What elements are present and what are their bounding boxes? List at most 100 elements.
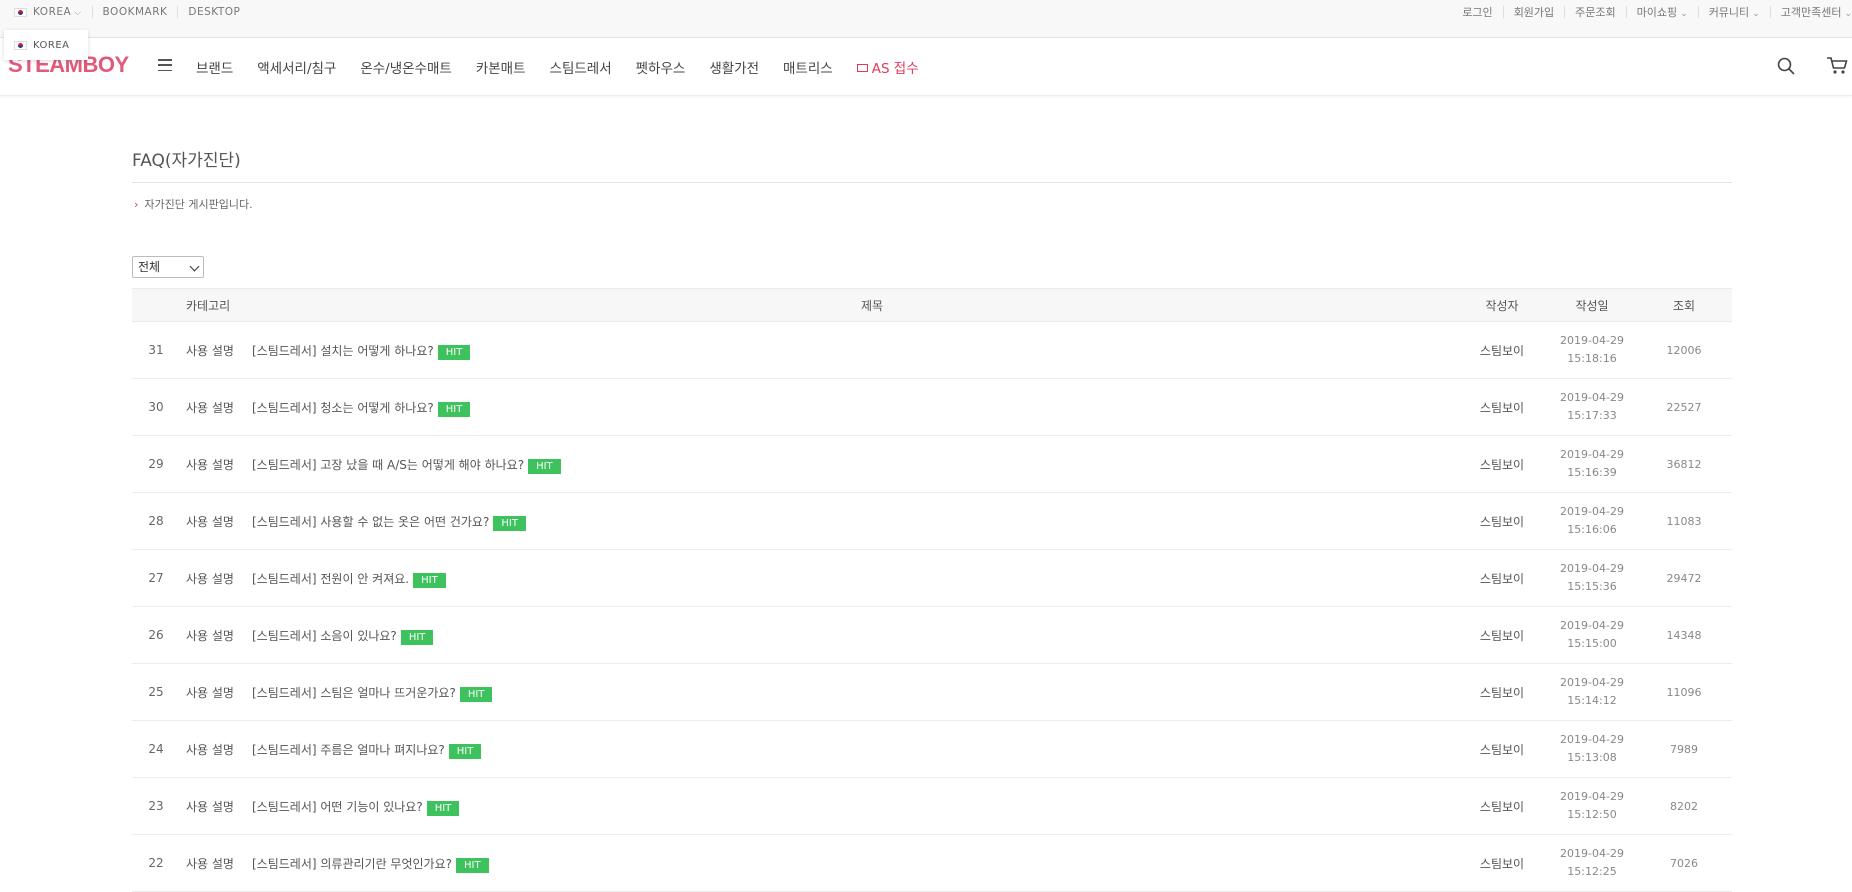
header-date: 작성일 bbox=[1575, 298, 1609, 313]
row-date: 2019-04-29 bbox=[1560, 619, 1624, 632]
menu-item-carbon-mat[interactable]: 카본매트 bbox=[476, 57, 526, 77]
faq-table: 카테고리 제목 작성자 작성일 조회 31 사용 설명 [스팀드레서] 설치는 어떻… bbox=[132, 288, 1732, 892]
table-row: 25 사용 설명 [스팀드레서] 스팀은 얼마나 뜨거운가요? HIT 스팀보이 2019… bbox=[132, 664, 1732, 721]
menu-item-appliances[interactable]: 생활가전 bbox=[709, 57, 759, 77]
divider bbox=[132, 182, 1732, 183]
row-views: 36812 bbox=[1666, 457, 1702, 471]
chevron-down-icon: ⌄ bbox=[1680, 9, 1688, 19]
row-time: 15:14:12 bbox=[1567, 694, 1617, 707]
country-label: KOREA bbox=[33, 6, 72, 18]
row-views: 11096 bbox=[1666, 685, 1702, 699]
chevron-right-icon: › bbox=[134, 198, 139, 211]
row-writer: 스팀보이 bbox=[1479, 856, 1525, 871]
table-row: 22 사용 설명 [스팀드레서] 의류관리기란 무엇인가요? HIT 스팀보이 2019-… bbox=[132, 835, 1732, 892]
menu-item-as-request[interactable]: AS 접수 bbox=[856, 57, 919, 77]
row-date-cell: 2019-04-29 15:12:25 bbox=[1552, 835, 1632, 891]
row-writer: 스팀보이 bbox=[1479, 571, 1525, 586]
row-title-link[interactable]: [스팀드레서] 주름은 얼마나 펴지나요? bbox=[252, 741, 445, 758]
divider bbox=[91, 6, 93, 18]
row-date-cell: 2019-04-29 15:15:36 bbox=[1552, 550, 1632, 606]
row-time: 15:12:50 bbox=[1567, 808, 1617, 821]
header-writer: 작성자 bbox=[1485, 298, 1519, 313]
row-title-link[interactable]: [스팀드레서] 어떤 기능이 있나요? bbox=[252, 798, 423, 815]
order-lookup-link[interactable]: 주문조회 bbox=[1575, 4, 1615, 20]
search-icon[interactable] bbox=[1776, 56, 1796, 76]
row-date: 2019-04-29 bbox=[1560, 790, 1624, 803]
row-number: 30 bbox=[148, 400, 164, 414]
row-writer: 스팀보이 bbox=[1479, 628, 1525, 643]
divider bbox=[1697, 6, 1699, 18]
row-title-link[interactable]: [스팀드레서] 의류관리기란 무엇인가요? bbox=[252, 855, 452, 872]
menu-item-water-mat[interactable]: 온수/냉온수매트 bbox=[360, 57, 452, 77]
row-title-link[interactable]: [스팀드레서] 청소는 어떻게 하나요? bbox=[252, 399, 434, 416]
community-menu[interactable]: 커뮤니티 ⌄ bbox=[1709, 4, 1760, 20]
row-number: 25 bbox=[148, 685, 164, 699]
row-writer: 스팀보이 bbox=[1479, 457, 1525, 472]
row-title-link[interactable]: [스팀드레서] 사용할 수 없는 옷은 어떤 건가요? bbox=[252, 513, 489, 530]
language-dropdown[interactable]: KOREA bbox=[4, 30, 88, 60]
row-date: 2019-04-29 bbox=[1560, 505, 1624, 518]
menu-item-steam-dresser[interactable]: 스팀드레서 bbox=[550, 57, 612, 77]
table-row: 24 사용 설명 [스팀드레서] 주름은 얼마나 펴지나요? HIT 스팀보이 2019-… bbox=[132, 721, 1732, 778]
chevron-down-icon: ⌄ bbox=[1844, 9, 1852, 19]
row-time: 15:18:16 bbox=[1567, 352, 1617, 365]
row-number: 28 bbox=[148, 514, 164, 528]
signup-link[interactable]: 회원가입 bbox=[1514, 4, 1554, 20]
row-title-link[interactable]: [스팀드레서] 설치는 어떻게 하나요? bbox=[252, 342, 434, 359]
country-selector[interactable]: KOREA ⌵ bbox=[14, 6, 82, 18]
row-title-cell: [스팀드레서] 사용할 수 없는 옷은 어떤 건가요? HIT bbox=[252, 493, 1492, 549]
row-views: 14348 bbox=[1666, 628, 1702, 642]
table-row: 26 사용 설명 [스팀드레서] 소음이 있나요? HIT 스팀보이 2019-04-29… bbox=[132, 607, 1732, 664]
category-filter-select[interactable]: 전체 bbox=[132, 256, 204, 278]
divider bbox=[177, 6, 179, 18]
row-title-link[interactable]: [스팀드레서] 전원이 안 켜져요. bbox=[252, 570, 409, 587]
row-title-cell: [스팀드레서] 청소는 어떻게 하나요? HIT bbox=[252, 379, 1492, 435]
menu-item-brand[interactable]: 브랜드 bbox=[196, 57, 233, 77]
chevron-down-icon: ⌄ bbox=[1752, 9, 1760, 19]
mail-icon bbox=[856, 64, 868, 72]
bookmark-link[interactable]: BOOKMARK bbox=[103, 6, 168, 18]
row-writer: 스팀보이 bbox=[1479, 799, 1525, 814]
hamburger-icon[interactable] bbox=[158, 59, 172, 71]
row-time: 15:16:39 bbox=[1567, 466, 1617, 479]
row-title-cell: [스팀드레서] 고장 났을 때 A/S는 어떻게 해야 하나요? HIT bbox=[252, 436, 1492, 492]
divider bbox=[1564, 6, 1566, 18]
row-writer: 스팀보이 bbox=[1479, 685, 1525, 700]
row-number: 27 bbox=[148, 571, 164, 585]
row-title-cell: [스팀드레서] 소음이 있나요? HIT bbox=[252, 607, 1492, 663]
customer-center-label: 고객만족센터 bbox=[1780, 6, 1842, 19]
desktop-link[interactable]: DESKTOP bbox=[188, 6, 240, 18]
menu-item-mattress[interactable]: 매트리스 bbox=[783, 57, 833, 77]
divider bbox=[1625, 6, 1627, 18]
login-link[interactable]: 로그인 bbox=[1462, 4, 1492, 20]
row-views: 29472 bbox=[1666, 571, 1702, 585]
row-views: 8202 bbox=[1670, 799, 1698, 813]
row-date: 2019-04-29 bbox=[1560, 676, 1624, 689]
row-date-cell: 2019-04-29 15:15:00 bbox=[1552, 607, 1632, 663]
row-views: 7989 bbox=[1670, 742, 1698, 756]
row-date: 2019-04-29 bbox=[1560, 847, 1624, 860]
table-row: 23 사용 설명 [스팀드레서] 어떤 기능이 있나요? HIT 스팀보이 2019-04… bbox=[132, 778, 1732, 835]
row-title-link[interactable]: [스팀드레서] 스팀은 얼마나 뜨거운가요? bbox=[252, 684, 456, 701]
header-views: 조회 bbox=[1672, 298, 1696, 313]
table-row: 27 사용 설명 [스팀드레서] 전원이 안 켜져요. HIT 스팀보이 2019-04-… bbox=[132, 550, 1732, 607]
row-title-cell: [스팀드레서] 스팀은 얼마나 뜨거운가요? HIT bbox=[252, 664, 1492, 720]
chevron-down-icon bbox=[189, 261, 200, 272]
row-views: 12006 bbox=[1666, 343, 1702, 357]
row-views: 22527 bbox=[1666, 400, 1702, 414]
myshopping-menu[interactable]: 마이쇼핑 ⌄ bbox=[1637, 4, 1688, 20]
row-title-cell: [스팀드레서] 전원이 안 켜져요. HIT bbox=[252, 550, 1492, 606]
row-title-link[interactable]: [스팀드레서] 고장 났을 때 A/S는 어떻게 해야 하나요? bbox=[252, 456, 524, 473]
hit-badge: HIT bbox=[459, 686, 493, 702]
hit-badge: HIT bbox=[413, 572, 446, 588]
row-title-cell: [스팀드레서] 설치는 어떻게 하나요? HIT bbox=[252, 322, 1492, 378]
row-writer: 스팀보이 bbox=[1479, 742, 1525, 757]
customer-center-menu[interactable]: 고객만족센터 ⌄ bbox=[1781, 4, 1852, 20]
cart-icon[interactable] bbox=[1826, 56, 1848, 76]
language-option-korea[interactable]: KOREA bbox=[33, 40, 70, 51]
menu-item-pet-house[interactable]: 펫하우스 bbox=[636, 57, 686, 77]
row-number: 29 bbox=[148, 457, 164, 471]
menu-item-accessories[interactable]: 액세서리/침구 bbox=[257, 57, 336, 77]
row-time: 15:12:25 bbox=[1567, 865, 1617, 878]
row-title-link[interactable]: [스팀드레서] 소음이 있나요? bbox=[252, 627, 397, 644]
